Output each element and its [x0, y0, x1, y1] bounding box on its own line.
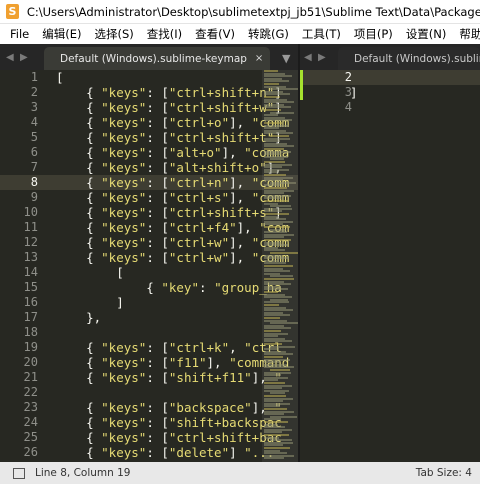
code-line: { "keys": ["ctrl+shift+t"] [56, 130, 282, 145]
left-editor-pane[interactable]: 1 2 3 4 5 6 7 8 9 10 11 12 13 14 15 16 17 18 19 20 21 22 23 24 2… [0, 70, 298, 462]
line-number: 6 [30, 145, 38, 159]
code-line: { "keys": ["ctrl+shift+n"] [56, 85, 282, 100]
line-number-gutter: 234 [300, 70, 358, 462]
modified-line-indicator [300, 70, 303, 100]
line-number: 21 [23, 370, 38, 384]
code-line: [ [56, 265, 124, 280]
line-number: 22 [23, 385, 38, 399]
cursor-position: Line 8, Column 19 [35, 467, 131, 479]
code-line: ] [350, 85, 358, 100]
menu-goto[interactable]: 转跳(G) [248, 26, 289, 42]
code-line: { "keys": ["ctrl+k", "ctrl [56, 340, 282, 355]
menu-file[interactable]: File [10, 27, 29, 41]
code-line: { "keys": ["f11"], "command [56, 355, 290, 370]
menu-project[interactable]: 项目(P) [354, 26, 393, 42]
minimap-viewport[interactable] [262, 70, 298, 462]
tab-dropdown-chevron-down-icon[interactable]: ▼ [282, 47, 290, 70]
title-bar: S C:\Users\Administrator\Desktop\sublime… [0, 0, 480, 24]
status-bar: Line 8, Column 19 Tab Size: 4 [0, 462, 480, 484]
tab-scroll-left-arrow-icon[interactable]: ◀ [6, 44, 14, 70]
tab-label: Default (Windows).sublime-keymap [60, 52, 247, 65]
line-number: 18 [23, 325, 38, 339]
menu-find[interactable]: 查找(I) [147, 26, 182, 42]
line-number: 24 [23, 415, 38, 429]
line-number: 25 [23, 430, 38, 444]
code-line: { "keys": ["ctrl+n"], "comm [56, 175, 289, 190]
code-line: ] [56, 295, 124, 310]
code-line: { "keys": ["ctrl+o"], "comm [56, 115, 289, 130]
line-number: 13 [23, 250, 38, 264]
menu-help[interactable]: 帮助(H) [459, 26, 480, 42]
code-line: { "keys": ["ctrl+shift+s"] [56, 205, 282, 220]
line-number: 2 [30, 85, 38, 99]
menu-preferences[interactable]: 设置(N) [406, 26, 447, 42]
line-number: 26 [23, 445, 38, 459]
code-line: { "keys": ["alt+o"], "comma [56, 145, 289, 160]
line-number: 14 [23, 265, 38, 279]
code-line: { "keys": ["ctrl+w"], "comm [56, 250, 289, 265]
right-editor-pane[interactable]: 234 ] [300, 70, 480, 462]
line-number: 2 [344, 70, 352, 84]
code-line: { "keys": ["ctrl+shift+w"] [56, 100, 282, 115]
line-number: 3 [30, 100, 38, 114]
tab-scroll-right-arrow-icon[interactable]: ▶ [20, 44, 28, 70]
code-line: { "keys": ["ctrl+f4"], "com [56, 220, 289, 235]
code-line: { "keys": ["shift+backspac [56, 415, 282, 430]
line-number: 5 [30, 130, 38, 144]
tab-label: Default (Windows).sublime-keym [354, 52, 480, 65]
window-title: C:\Users\Administrator\Desktop\sublimete… [26, 4, 480, 19]
code-line: { "keys": ["ctrl+w"], "comm [56, 235, 289, 250]
right-tab-scroll-right-arrow-icon[interactable]: ▶ [318, 44, 326, 70]
tab-size-selector[interactable]: Tab Size: 4 [416, 467, 472, 479]
line-number: 17 [23, 310, 38, 324]
line-number: 11 [23, 220, 38, 234]
code-line: { "keys": ["delete"] "... [56, 445, 275, 460]
right-tab-scroll-left-arrow-icon[interactable]: ◀ [304, 44, 312, 70]
menu-bar: File 编辑(E) 选择(S) 查找(I) 查看(V) 转跳(G) 工具(T)… [0, 24, 480, 44]
menu-tools[interactable]: 工具(T) [302, 26, 341, 42]
line-number: 8 [30, 175, 38, 189]
line-number: 9 [30, 190, 38, 204]
tab-right-keymap[interactable]: Default (Windows).sublime-keym [338, 47, 480, 70]
close-icon[interactable]: × [255, 53, 263, 64]
code-line: { "keys": ["ctrl+shift+bac [56, 430, 282, 445]
code-line: { "keys": ["alt+shift+o"], [56, 160, 282, 175]
sublime-app-icon: S [6, 4, 19, 19]
line-number: 20 [23, 355, 38, 369]
code-line: { "key": "group_ha [56, 280, 282, 295]
line-number: 4 [344, 100, 352, 114]
line-number: 19 [23, 340, 38, 354]
line-number: 4 [30, 115, 38, 129]
panel-toggle-icon[interactable] [13, 467, 25, 479]
code-line: }, [56, 310, 102, 325]
code-line: [ [56, 70, 64, 85]
line-number: 23 [23, 400, 38, 414]
line-number: 15 [23, 280, 38, 294]
code-line: { "keys": ["ctrl+s"], "comm [56, 190, 289, 205]
line-number-gutter: 1 2 3 4 5 6 7 8 9 10 11 12 13 14 15 16 17 18 19 20 21 22 23 24 2… [0, 70, 44, 462]
code-line: { "keys": ["backspace"], " [56, 400, 282, 415]
line-number: 1 [30, 70, 38, 84]
line-number: 7 [30, 160, 38, 174]
line-number: 12 [23, 235, 38, 249]
tab-left-keymap[interactable]: Default (Windows).sublime-keymap × [44, 47, 270, 70]
menu-view[interactable]: 查看(V) [195, 26, 235, 42]
line-number: 10 [23, 205, 38, 219]
menu-selection[interactable]: 选择(S) [95, 26, 134, 42]
code-line: { "keys": ["shift+f11"], " [56, 370, 282, 385]
menu-edit[interactable]: 编辑(E) [42, 26, 81, 42]
line-number: 16 [23, 295, 38, 309]
tab-bar: ◀ ▶ Default (Windows).sublime-keymap × ▼… [0, 44, 480, 70]
